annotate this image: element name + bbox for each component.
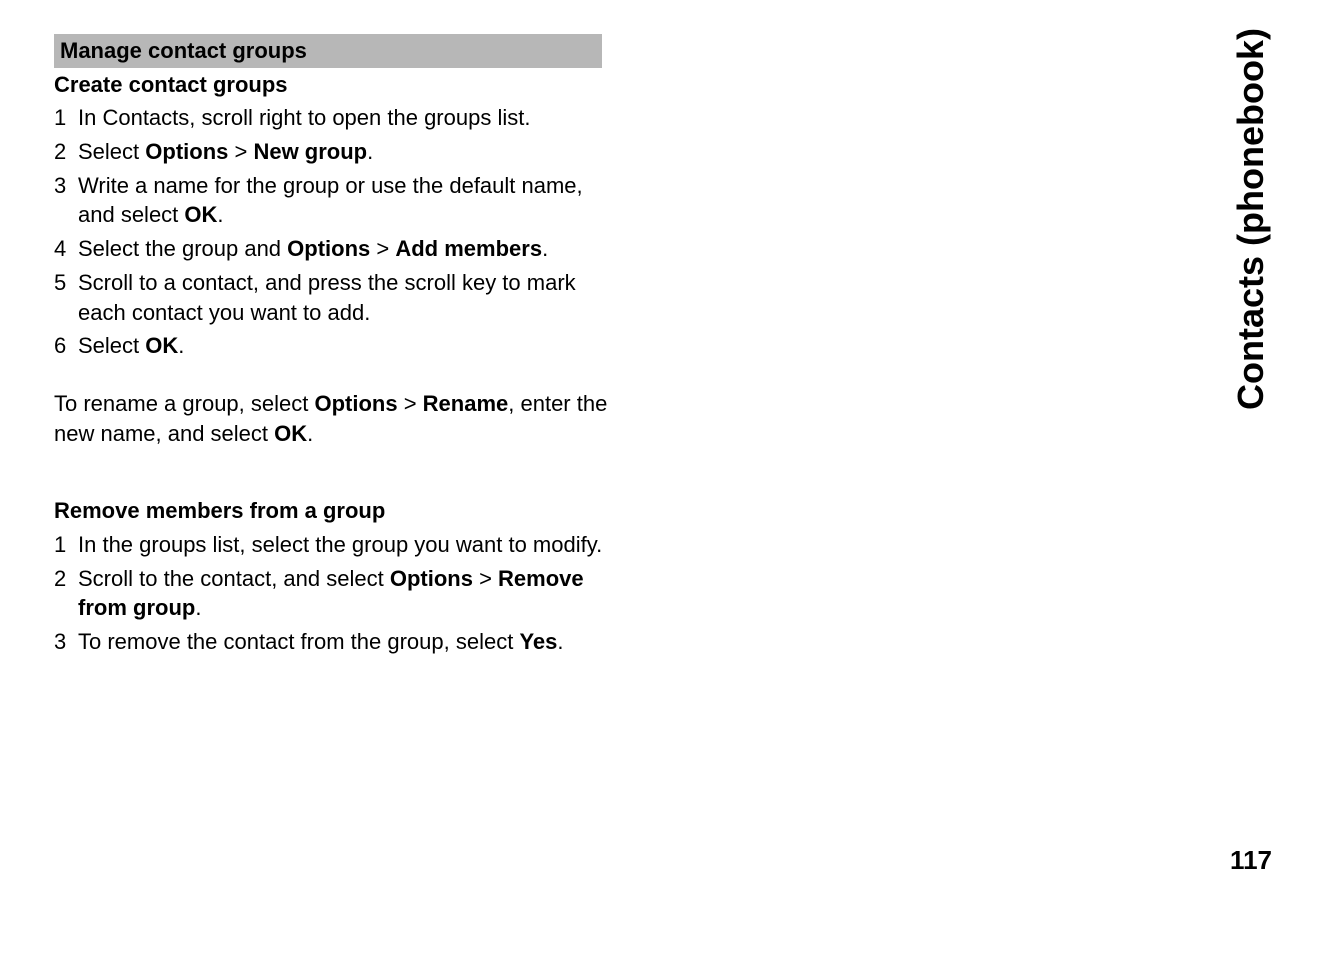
rename-paragraph: To rename a group, select Options > Rena…: [54, 389, 614, 448]
chapter-title: Contacts (phonebook): [1230, 28, 1272, 410]
b: Options: [145, 139, 228, 164]
list-number: 4: [54, 234, 78, 264]
t: Select: [78, 139, 145, 164]
list-body: Scroll to the contact, and select Option…: [78, 564, 614, 623]
t: .: [542, 236, 548, 261]
b: Yes: [519, 629, 557, 654]
section-header: Manage contact groups: [54, 34, 602, 68]
b: Add members: [395, 236, 542, 261]
remove-title: Remove members from a group: [54, 496, 614, 526]
t: .: [367, 139, 373, 164]
b: OK: [145, 333, 178, 358]
list-item: 1 In the groups list, select the group y…: [54, 530, 614, 560]
t: .: [217, 202, 223, 227]
list-item: 3 To remove the contact from the group, …: [54, 627, 614, 657]
list-body: Scroll to a contact, and press the scrol…: [78, 268, 614, 327]
list-item: 4 Select the group and Options > Add mem…: [54, 234, 614, 264]
b: Options: [287, 236, 370, 261]
b: OK: [184, 202, 217, 227]
list-body: Write a name for the group or use the de…: [78, 171, 614, 230]
b: Options: [314, 391, 397, 416]
page-number: 117: [1230, 845, 1272, 876]
t: .: [178, 333, 184, 358]
t: Select the group and: [78, 236, 287, 261]
list-body: In Contacts, scroll right to open the gr…: [78, 103, 614, 133]
b: Options: [390, 566, 473, 591]
t: .: [557, 629, 563, 654]
list-number: 2: [54, 564, 78, 594]
t: To rename a group, select: [54, 391, 314, 416]
create-title: Create contact groups: [54, 70, 614, 100]
t: >: [398, 391, 423, 416]
t: >: [370, 236, 395, 261]
list-number: 1: [54, 103, 78, 133]
t: Scroll to the contact, and select: [78, 566, 390, 591]
t: .: [195, 595, 201, 620]
list-item: 3 Write a name for the group or use the …: [54, 171, 614, 230]
list-body: In the groups list, select the group you…: [78, 530, 614, 560]
list-number: 3: [54, 627, 78, 657]
list-body: To remove the contact from the group, se…: [78, 627, 614, 657]
list-number: 1: [54, 530, 78, 560]
b: New group: [253, 139, 367, 164]
content-column: Manage contact groups Create contact gro…: [54, 34, 614, 657]
t: >: [473, 566, 498, 591]
list-item: 1 In Contacts, scroll right to open the …: [54, 103, 614, 133]
list-item: 2 Select Options > New group.: [54, 137, 614, 167]
list-body: Select Options > New group.: [78, 137, 614, 167]
t: .: [307, 421, 313, 446]
list-number: 3: [54, 171, 78, 201]
list-item: 6 Select OK.: [54, 331, 614, 361]
list-body: Select OK.: [78, 331, 614, 361]
b: Rename: [423, 391, 509, 416]
list-item: 2 Scroll to the contact, and select Opti…: [54, 564, 614, 623]
t: Write a name for the group or use the de…: [78, 173, 583, 228]
list-number: 5: [54, 268, 78, 298]
t: >: [228, 139, 253, 164]
list-body: Select the group and Options > Add membe…: [78, 234, 614, 264]
list-number: 6: [54, 331, 78, 361]
page: Manage contact groups Create contact gro…: [0, 0, 1322, 954]
t: To remove the contact from the group, se…: [78, 629, 519, 654]
remove-steps: 1 In the groups list, select the group y…: [54, 530, 614, 657]
create-steps: 1 In Contacts, scroll right to open the …: [54, 103, 614, 361]
b: OK: [274, 421, 307, 446]
list-number: 2: [54, 137, 78, 167]
list-item: 5 Scroll to a contact, and press the scr…: [54, 268, 614, 327]
t: Select: [78, 333, 145, 358]
